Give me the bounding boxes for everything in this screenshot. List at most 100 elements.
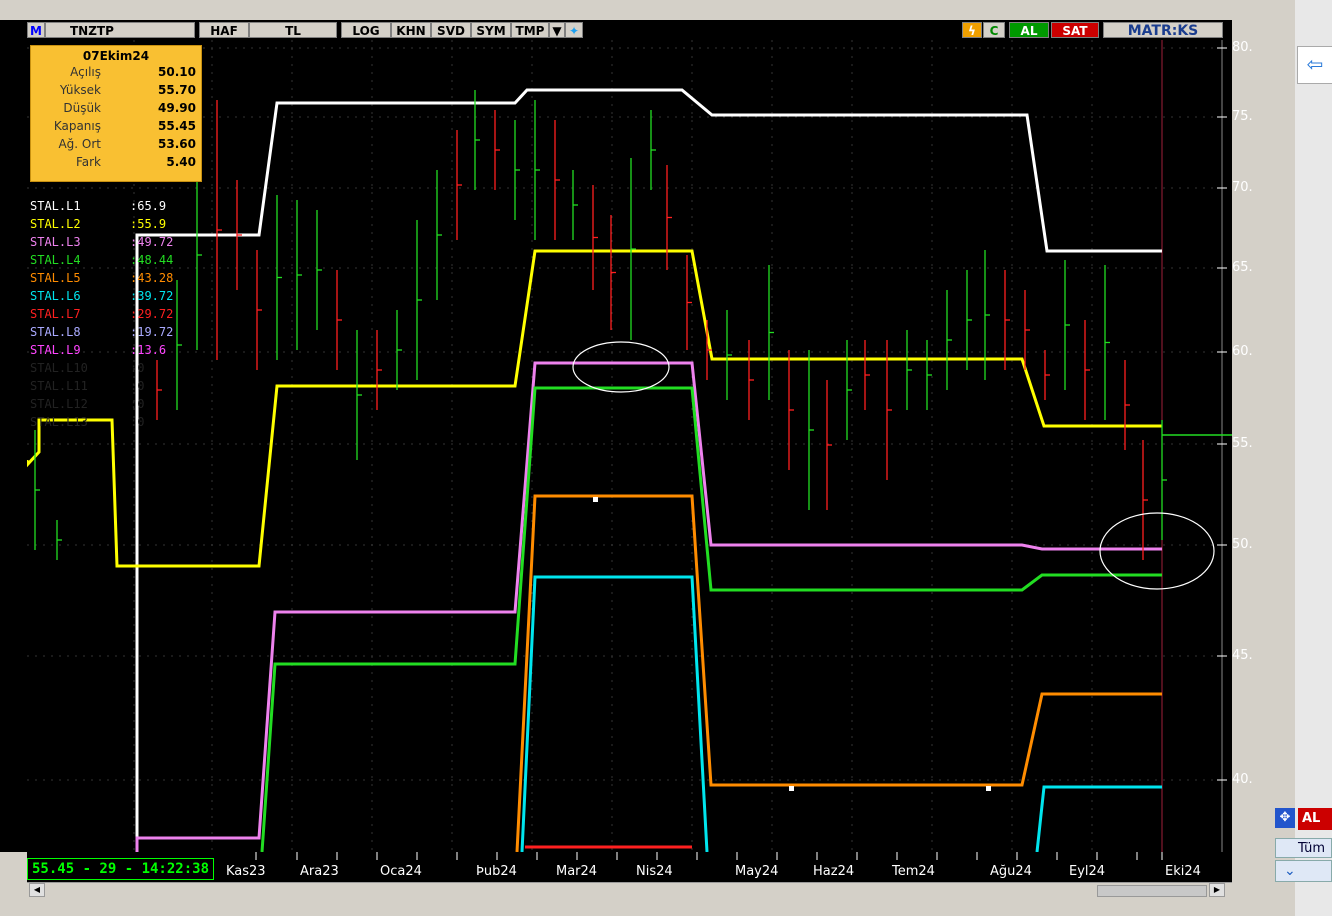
legend-name: STAL.L6 xyxy=(30,289,81,303)
ohlc-label: Kapanış xyxy=(53,119,101,133)
y-axis-label: 65. xyxy=(1232,260,1253,275)
x-axis-label: Eyl24 xyxy=(1069,864,1106,879)
legend-value: :19.72 xyxy=(130,325,174,339)
y-axis-label: 50. xyxy=(1232,537,1253,552)
ohlc-value: 55.70 xyxy=(158,83,196,97)
move-icon[interactable]: ✥ xyxy=(1275,808,1295,828)
legend-name: STAL.L7 xyxy=(30,307,81,321)
refresh-c-button[interactable]: C xyxy=(983,22,1005,38)
symbol-selector[interactable]: TNZTP xyxy=(45,22,195,38)
ohlc-row: Kapanış 55.45 xyxy=(31,117,201,135)
legend-name: STAL.L2 xyxy=(30,217,81,231)
matriks-brand: MATR:KS xyxy=(1103,22,1223,39)
x-axis-label: Mar24 xyxy=(556,864,598,879)
ohlc-value: 49.90 xyxy=(158,101,196,115)
x-axis-label: Nis24 xyxy=(636,864,673,879)
legend-name: STAL.L8 xyxy=(30,325,81,339)
chart-area[interactable]: 07Ekim24 Açılış 50.10 Yüksek 55.70 Düşük 49… xyxy=(27,40,1232,852)
svd-button[interactable]: SVD xyxy=(431,22,471,38)
ohlc-row: Ağ. Ort 53.60 xyxy=(31,135,201,153)
legend-item: STAL.L3 :49.72 xyxy=(30,233,173,251)
ohlc-row: Düşük 49.90 xyxy=(31,99,201,117)
chart-window: M TNZTP HAF TL LOG KHN SVD SYM TMP ▼ ✦ ϟ… xyxy=(0,0,1332,916)
x-axis-label: Ağu24 xyxy=(990,864,1032,879)
y-axis-label: 70. xyxy=(1232,180,1253,195)
y-axis-label: 40. xyxy=(1232,772,1253,787)
stal-l1-line xyxy=(135,88,1162,852)
tum-button[interactable]: Tüm xyxy=(1275,838,1332,858)
legend-item: STAL.L1 :65.9 xyxy=(30,197,173,215)
legend-name: STAL.L12 xyxy=(30,397,88,411)
ohlc-row: Yüksek 55.70 xyxy=(31,81,201,99)
log-button[interactable]: LOG xyxy=(341,22,391,38)
legend-name: STAL.L1 xyxy=(30,199,81,213)
scroll-left-icon[interactable]: ◀ xyxy=(29,883,45,897)
legend-item: STAL.L13 :0 xyxy=(30,413,173,431)
legend-value: :0 xyxy=(130,415,145,429)
khn-button[interactable]: KHN xyxy=(391,22,431,38)
ohlc-label: Açılış xyxy=(70,65,101,79)
twitter-icon[interactable]: ✦ xyxy=(565,22,583,38)
ohlc-value: 5.40 xyxy=(166,155,196,169)
lightning-icon[interactable]: ϟ xyxy=(962,22,982,38)
stal-l6-line-right xyxy=(1035,785,1162,852)
matriks-logo-button[interactable]: M xyxy=(27,22,45,38)
scroll-right-icon[interactable]: ▶ xyxy=(1209,883,1225,897)
chart-grid xyxy=(27,40,1222,852)
chart-canvas xyxy=(27,40,1232,852)
legend-value: :39.72 xyxy=(130,289,174,303)
marker-point xyxy=(986,786,991,791)
marker-point xyxy=(789,786,794,791)
x-axis-label: Tem24 xyxy=(892,864,935,879)
legend-name: STAL.L13 xyxy=(30,415,88,429)
dropdown-arrow-icon[interactable]: ▼ xyxy=(549,22,565,38)
horizontal-scrollbar[interactable]: ◀ ▶ xyxy=(27,882,1232,897)
left-strip xyxy=(0,20,28,852)
x-axis-label: Eki24 xyxy=(1165,864,1201,879)
ohlc-row: Açılış 50.10 xyxy=(31,63,201,81)
legend-item: STAL.L8 :19.72 xyxy=(30,323,173,341)
indicator-legend: STAL.L1:65.9 STAL.L2:55.9 STAL.L3:49.72 STA… xyxy=(30,197,173,431)
annotation-circle-right xyxy=(1099,512,1215,590)
ohlc-label: Fark xyxy=(75,155,101,169)
scroll-thumb[interactable] xyxy=(1097,885,1207,897)
haf-button[interactable]: HAF xyxy=(199,22,249,38)
x-axis-label: Oca24 xyxy=(380,864,422,879)
stal-l6-line xyxy=(520,575,709,852)
chevron-down-icon[interactable]: ⌄ xyxy=(1275,860,1332,882)
sat-sell-button[interactable]: SAT xyxy=(1051,22,1099,38)
al-side-button[interactable]: AL xyxy=(1298,808,1332,830)
legend-name: STAL.L3 xyxy=(30,235,81,249)
legend-item: STAL.L6 :39.72 xyxy=(30,287,173,305)
tl-button[interactable]: TL xyxy=(249,22,337,38)
legend-name: STAL.L4 xyxy=(30,253,81,267)
tmp-button[interactable]: TMP xyxy=(511,22,549,38)
ohlc-value: 55.45 xyxy=(158,119,196,133)
back-arrow-icon[interactable]: ⇦ xyxy=(1297,46,1332,84)
ohlc-info-panel: 07Ekim24 Açılış 50.10 Yüksek 55.70 Düşük 49… xyxy=(30,45,202,182)
ohlc-value: 53.60 xyxy=(158,137,196,151)
legend-name: STAL.L9 xyxy=(30,343,81,357)
legend-value: :65.9 xyxy=(130,199,167,213)
x-axis-label: Kas23 xyxy=(226,864,266,879)
annotation-circle-top xyxy=(572,341,670,393)
ohlc-label: Yüksek xyxy=(59,83,101,97)
al-buy-button[interactable]: AL xyxy=(1009,22,1049,38)
y-axis-label: 75. xyxy=(1232,109,1253,124)
sym-button[interactable]: SYM xyxy=(471,22,511,38)
legend-name: STAL.L10 xyxy=(30,361,88,375)
legend-value: :49.72 xyxy=(130,235,174,249)
status-readout: 55.45 - 29 - 14:22:38 xyxy=(27,858,215,880)
x-axis-label: Ara23 xyxy=(300,864,339,879)
legend-value: :29.72 xyxy=(130,307,174,321)
x-axis-label: Þub24 xyxy=(476,864,517,879)
legend-value: :0 xyxy=(130,397,145,411)
legend-item: STAL.L9 :13.6 xyxy=(30,341,173,359)
legend-item: STAL.L10:0 xyxy=(30,359,173,377)
y-axis-label: 60. xyxy=(1232,344,1253,359)
legend-name: STAL.L11 xyxy=(30,379,88,393)
legend-item: STAL.L2:55.9 xyxy=(30,215,173,233)
stal-l3-line xyxy=(135,361,1162,852)
legend-value: :13.6 xyxy=(130,343,167,357)
ohlc-label: Ağ. Ort xyxy=(58,137,101,151)
